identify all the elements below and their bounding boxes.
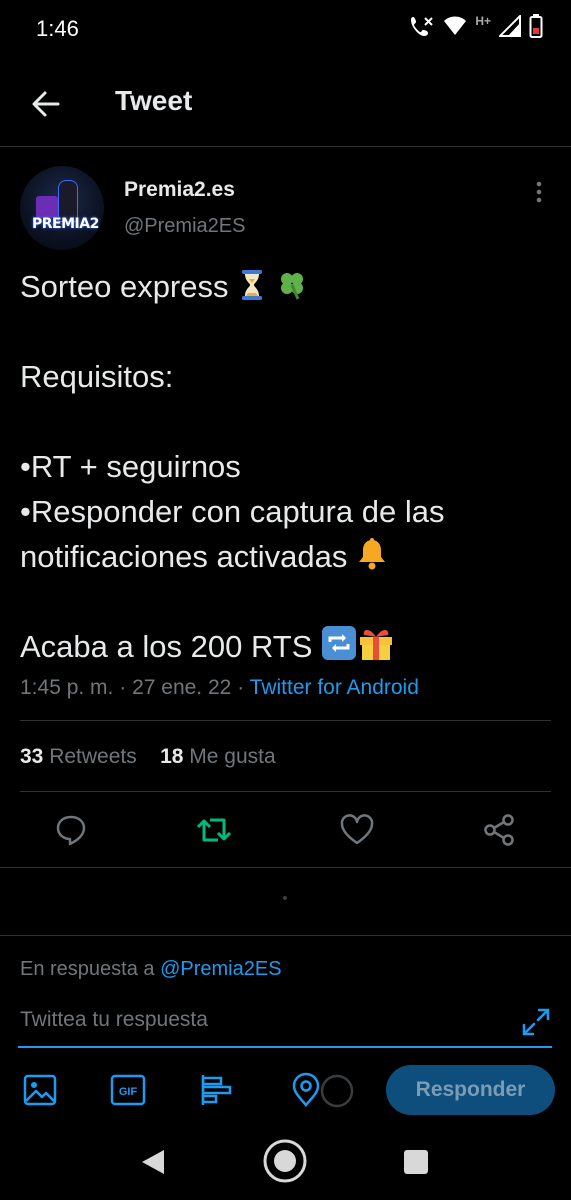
stats-divider [20,791,551,792]
bell-icon [356,537,388,571]
tweet-meta: 1:45 p. m. · 27 ene. 22 · Twitter for An… [20,676,419,700]
tweet-line-end: Acaba a los 200 RTS [20,629,313,664]
reply-prefix: En respuesta a [20,958,155,980]
retweet-button[interactable] [194,810,234,850]
author-display-name[interactable]: Premia2.es [124,178,235,202]
likes-count: 18 [160,745,184,768]
nav-back-button[interactable] [140,1148,166,1176]
reply-input-underline [18,1046,552,1048]
network-type: H+ [475,14,491,28]
tweet-date: 27 ene. 22 [132,676,232,699]
tweet-text: Sorteo express Requisitos: •RT + seguirn… [20,264,555,669]
expand-composer-button[interactable] [520,1006,552,1038]
gift-icon [357,625,395,661]
expand-icon [522,1008,550,1036]
nav-recents-button[interactable] [404,1150,428,1174]
signal-icon [499,15,521,37]
character-counter [319,1073,355,1109]
reply-mention-link[interactable]: @Premia2ES [160,958,281,980]
author-handle[interactable]: @Premia2ES [124,215,245,238]
progress-ring-icon [320,1074,354,1108]
gif-label: GIF [119,1086,138,1098]
poll-icon [201,1075,232,1105]
reply-input[interactable]: Twittea tu respuesta [20,1008,208,1032]
add-gif-button[interactable]: GIF [110,1072,146,1108]
add-poll-button[interactable] [199,1072,235,1108]
battery-icon [529,14,543,38]
status-icons: H+ [409,14,543,38]
header-divider [0,146,571,147]
image-icon [23,1074,57,1106]
back-button[interactable] [26,84,66,124]
more-vertical-icon [536,181,542,203]
gif-icon: GIF [110,1074,146,1106]
loading-dot [283,896,287,900]
reply-submit-button[interactable]: Responder [386,1065,555,1115]
meta-separator: · [119,676,127,699]
wifi-icon [443,15,467,37]
tweet-line-rt: •RT + seguirnos [20,449,241,484]
avatar[interactable]: PREMIA2 [20,166,104,250]
avatar-gift-shape [36,196,58,218]
retweets-label: Retweets [49,745,137,768]
nav-home-button[interactable] [262,1138,308,1184]
more-options-button[interactable] [528,180,550,204]
hourglass-icon [237,269,267,301]
arrow-left-icon [32,91,60,117]
tweet-time: 1:45 p. m. [20,676,114,699]
meta-divider [20,720,551,721]
page-title: Tweet [115,85,193,116]
likes-stat[interactable]: 18 Me gusta [160,745,276,768]
comment-icon [56,815,86,846]
retweet-icon [196,818,232,842]
status-time: 1:46 [36,16,79,41]
repeat-emoji-icon [321,625,357,661]
reply-section-divider [0,935,571,936]
tweet-line-title: Sorteo express [20,269,229,304]
clover-icon [276,269,308,301]
tweet-stats: 33 Retweets 18 Me gusta [20,745,276,769]
share-icon [484,814,514,846]
actions-divider [0,867,571,868]
reply-button[interactable] [51,810,91,850]
tweet-source-link[interactable]: Twitter for Android [250,676,419,699]
avatar-logo-text: PREMIA2 [32,216,99,232]
reply-context: En respuesta a @Premia2ES [20,958,282,981]
status-bar: 1:46 H+ [0,0,571,60]
tweet-line-requirements: Requisitos: [20,359,174,394]
home-circle-icon [263,1139,307,1183]
add-image-button[interactable] [22,1072,58,1108]
likes-label: Me gusta [189,745,276,768]
share-button[interactable] [480,810,520,850]
retweets-stat[interactable]: 33 Retweets [20,745,137,768]
wifi-call-icon [409,14,435,38]
retweets-count: 33 [20,745,44,768]
triangle-back-icon [142,1150,164,1174]
heart-icon [340,814,374,845]
like-button[interactable] [337,810,377,850]
meta-separator: · [237,676,245,699]
